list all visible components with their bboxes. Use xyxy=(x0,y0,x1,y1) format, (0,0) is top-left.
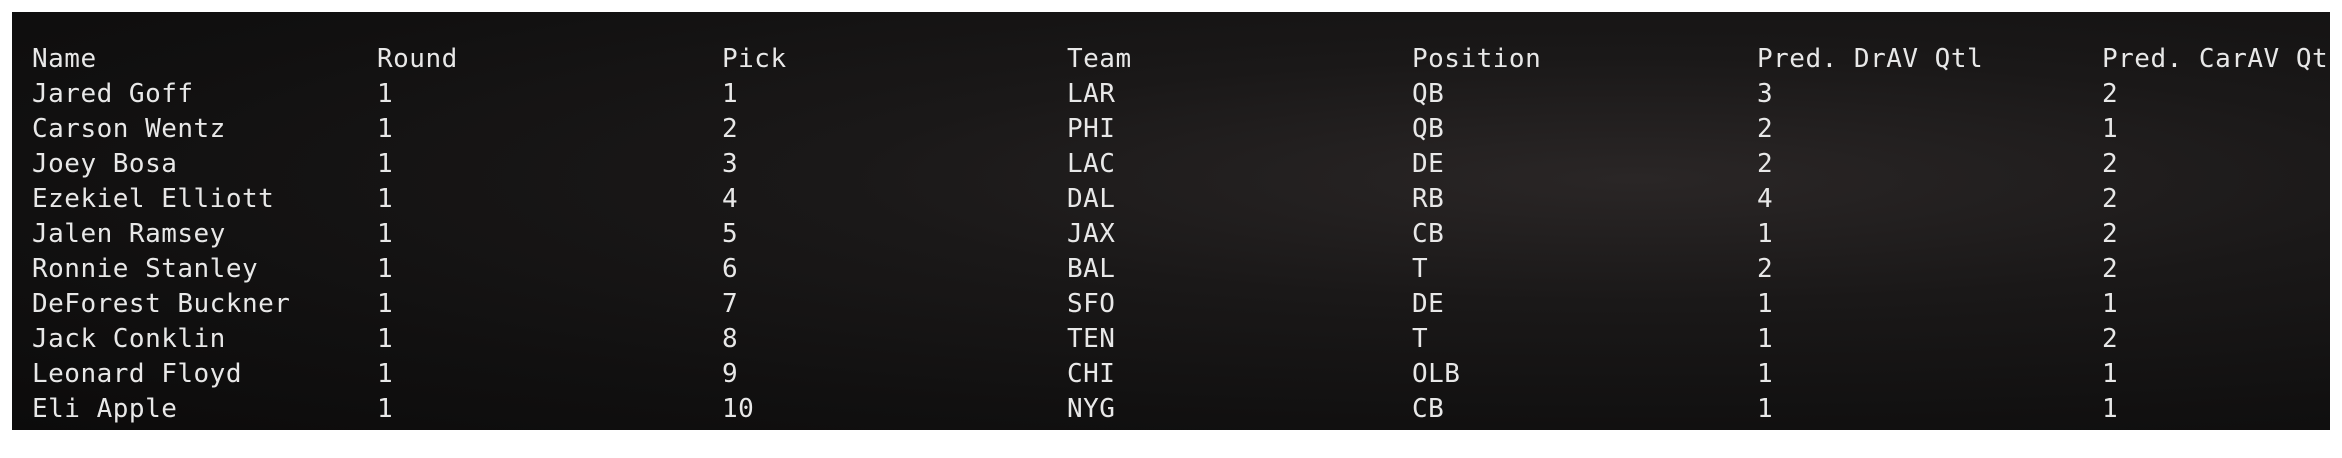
cell-position: QB xyxy=(1412,79,1445,109)
cell-pred-drav-qtl: 4 xyxy=(1757,184,1774,214)
cell-pick: 6 xyxy=(722,254,739,284)
header-round: Round xyxy=(377,44,458,74)
cell-round: 1 xyxy=(377,359,394,389)
cell-pred-carav-qtl: 2 xyxy=(2102,149,2119,179)
cell-pred-carav-qtl: 2 xyxy=(2102,219,2119,249)
cell-team: CHI xyxy=(1067,359,1116,389)
screenshot-frame: Name Round Pick Team Position Pred. DrAV… xyxy=(0,0,2342,458)
table-row: Eli Apple 1 10 NYG CB 1 1 xyxy=(22,392,2322,427)
header-pred-carav-qtl: Pred. CarAV Qtl xyxy=(2102,44,2330,74)
cell-position: CB xyxy=(1412,394,1445,424)
table-row: Joey Bosa 1 3 LAC DE 2 2 xyxy=(22,147,2322,182)
table-header-row: Name Round Pick Team Position Pred. DrAV… xyxy=(22,42,2330,77)
cell-name: Leonard Floyd xyxy=(32,359,242,389)
cell-name: Jalen Ramsey xyxy=(32,219,226,249)
cell-name: Ronnie Stanley xyxy=(32,254,259,284)
table-row: Ezekiel Elliott 1 4 DAL RB 4 2 xyxy=(22,182,2322,217)
cell-position: OLB xyxy=(1412,359,1461,389)
cell-pred-carav-qtl: 2 xyxy=(2102,184,2119,214)
cell-pred-drav-qtl: 2 xyxy=(1757,114,1774,144)
cell-pick: 3 xyxy=(722,149,739,179)
cell-pred-carav-qtl: 1 xyxy=(2102,394,2119,424)
cell-team: TEN xyxy=(1067,324,1116,354)
cell-round: 1 xyxy=(377,114,394,144)
table-row: DeForest Buckner 1 7 SFO DE 1 1 xyxy=(22,287,2322,322)
header-pick: Pick xyxy=(722,44,787,74)
cell-name: DeForest Buckner xyxy=(32,289,291,319)
cell-pred-drav-qtl: 1 xyxy=(1757,359,1774,389)
cell-round: 1 xyxy=(377,149,394,179)
cell-pred-drav-qtl: 1 xyxy=(1757,289,1774,319)
cell-pick: 7 xyxy=(722,289,739,319)
cell-team: PHI xyxy=(1067,114,1116,144)
cell-pred-carav-qtl: 1 xyxy=(2102,359,2119,389)
cell-name: Eli Apple xyxy=(32,394,178,424)
header-name: Name xyxy=(32,44,97,74)
cell-pred-carav-qtl: 1 xyxy=(2102,289,2119,319)
cell-name: Ezekiel Elliott xyxy=(32,184,275,214)
cell-position: CB xyxy=(1412,219,1445,249)
cell-team: NYG xyxy=(1067,394,1116,424)
cell-pred-carav-qtl: 2 xyxy=(2102,324,2119,354)
cell-position: T xyxy=(1412,324,1429,354)
cell-pick: 9 xyxy=(722,359,739,389)
cell-pred-drav-qtl: 2 xyxy=(1757,149,1774,179)
terminal-output: Name Round Pick Team Position Pred. DrAV… xyxy=(12,12,2330,430)
table-row: Carson Wentz 1 2 PHI QB 2 1 xyxy=(22,112,2322,147)
cell-round: 1 xyxy=(377,184,394,214)
cell-position: RB xyxy=(1412,184,1445,214)
cell-team: LAC xyxy=(1067,149,1116,179)
cell-round: 1 xyxy=(377,79,394,109)
cell-name: Joey Bosa xyxy=(32,149,178,179)
cell-pred-drav-qtl: 1 xyxy=(1757,394,1774,424)
cell-pick: 8 xyxy=(722,324,739,354)
cell-round: 1 xyxy=(377,289,394,319)
header-pred-drav-qtl: Pred. DrAV Qtl xyxy=(1757,44,1984,74)
header-position: Position xyxy=(1412,44,1542,74)
cell-pred-drav-qtl: 1 xyxy=(1757,324,1774,354)
table-row: Jalen Ramsey 1 5 JAX CB 1 2 xyxy=(22,217,2322,252)
cell-pick: 10 xyxy=(722,394,755,424)
cell-position: T xyxy=(1412,254,1429,284)
table-row: Leonard Floyd 1 9 CHI OLB 1 1 xyxy=(22,357,2322,392)
cell-team: JAX xyxy=(1067,219,1116,249)
cell-round: 1 xyxy=(377,219,394,249)
cell-round: 1 xyxy=(377,254,394,284)
cell-position: DE xyxy=(1412,289,1445,319)
cell-round: 1 xyxy=(377,324,394,354)
cell-pred-drav-qtl: 2 xyxy=(1757,254,1774,284)
cell-name: Jack Conklin xyxy=(32,324,226,354)
table-row: Jack Conklin 1 8 TEN T 1 2 xyxy=(22,322,2322,357)
cell-team: SFO xyxy=(1067,289,1116,319)
cell-position: QB xyxy=(1412,114,1445,144)
cell-pred-carav-qtl: 2 xyxy=(2102,79,2119,109)
cell-name: Jared Goff xyxy=(32,79,194,109)
cell-name: Carson Wentz xyxy=(32,114,226,144)
header-team: Team xyxy=(1067,44,1132,74)
cell-pick: 5 xyxy=(722,219,739,249)
cell-pred-carav-qtl: 2 xyxy=(2102,254,2119,284)
cell-pick: 4 xyxy=(722,184,739,214)
cell-team: DAL xyxy=(1067,184,1116,214)
cell-team: BAL xyxy=(1067,254,1116,284)
cell-round: 1 xyxy=(377,394,394,424)
cell-team: LAR xyxy=(1067,79,1116,109)
cell-pick: 1 xyxy=(722,79,739,109)
cell-pick: 2 xyxy=(722,114,739,144)
table-row: Jared Goff 1 1 LAR QB 3 2 xyxy=(22,77,2322,112)
cell-pred-drav-qtl: 3 xyxy=(1757,79,1774,109)
draft-predictions-table: Name Round Pick Team Position Pred. DrAV… xyxy=(22,42,2330,427)
cell-pred-carav-qtl: 1 xyxy=(2102,114,2119,144)
cell-pred-drav-qtl: 1 xyxy=(1757,219,1774,249)
table-row: Ronnie Stanley 1 6 BAL T 2 2 xyxy=(22,252,2322,287)
cell-position: DE xyxy=(1412,149,1445,179)
